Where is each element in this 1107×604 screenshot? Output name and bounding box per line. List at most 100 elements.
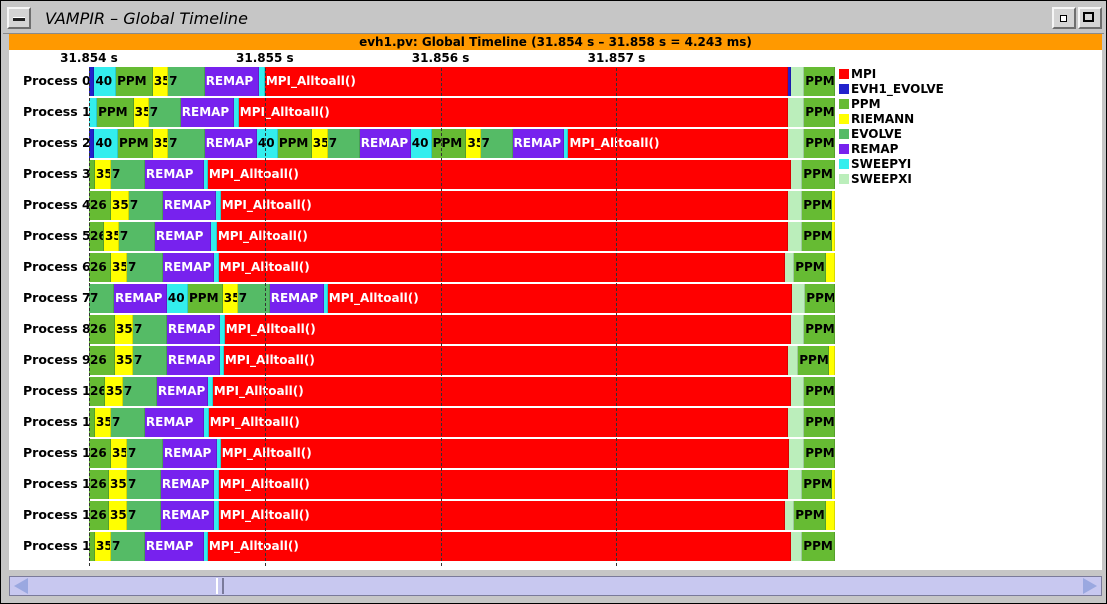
timeline-segment-ppm[interactable]: PPM bbox=[97, 98, 134, 127]
timeline-segment-evolve[interactable]: 7 bbox=[168, 67, 205, 96]
timeline-segment-mpi[interactable]: MPI_Alltoall() bbox=[216, 222, 789, 251]
timeline-segment-riemann[interactable]: 35 bbox=[110, 439, 127, 468]
timeline-segment-ppm[interactable]: PPM bbox=[802, 160, 835, 189]
timeline-segment-mpi[interactable]: MPI_Alltoall() bbox=[207, 160, 792, 189]
timeline-segment-mpi[interactable]: MPI_Alltoall() bbox=[568, 129, 789, 158]
timeline-segment-sweepyi[interactable]: 40 bbox=[94, 129, 118, 158]
timeline-segment-riemann[interactable]: 35 bbox=[103, 222, 119, 251]
timeline-segment-remap[interactable]: REMAP bbox=[204, 67, 260, 96]
timeline-segment-riemann[interactable]: 35 bbox=[115, 315, 133, 344]
timeline-segment-ppm[interactable]: PPM bbox=[116, 67, 153, 96]
timeline-segment-evolve[interactable]: 7 bbox=[480, 129, 513, 158]
timeline-segment-sweepyi[interactable]: 40 bbox=[256, 129, 278, 158]
timeline-segment-sweepxi[interactable] bbox=[785, 501, 795, 530]
timeline-segment-ppm[interactable]: PPM bbox=[798, 346, 830, 375]
process-label[interactable]: Process 11 bbox=[23, 408, 99, 436]
process-label[interactable]: Process 14 bbox=[23, 501, 99, 529]
timeline-segment-evolve[interactable]: 7 bbox=[327, 129, 360, 158]
timeline-segment-ppm[interactable]: 26 bbox=[89, 346, 116, 375]
timeline-segment-riemann[interactable]: 35 bbox=[466, 129, 481, 158]
timeline-segment-evolve[interactable]: 7 bbox=[132, 315, 167, 344]
timeline-segment-ppm[interactable]: PPM bbox=[804, 67, 835, 96]
process-label[interactable]: Process 3 bbox=[23, 160, 91, 188]
timeline-segment-evolve[interactable]: 7 bbox=[118, 222, 155, 251]
timeline-segment-mpi[interactable]: MPI_Alltoall() bbox=[327, 284, 793, 313]
timeline-segment-mpi[interactable]: MPI_Alltoall() bbox=[238, 98, 789, 127]
process-label[interactable]: Process 8 bbox=[23, 315, 91, 343]
timeline-segment-ppm[interactable]: PPM bbox=[802, 191, 833, 220]
horizontal-scrollbar[interactable] bbox=[9, 576, 1102, 596]
timeline-segment-riemann[interactable]: 35 bbox=[222, 284, 238, 313]
timeline-segment-riemann[interactable] bbox=[826, 253, 835, 282]
timeline-segment-remap[interactable]: REMAP bbox=[166, 346, 220, 375]
timeline-segment-riemann[interactable]: 35 bbox=[133, 98, 149, 127]
timeline-segment-riemann[interactable]: 35 bbox=[311, 129, 328, 158]
timeline-segment-ppm[interactable]: PPM bbox=[804, 315, 835, 344]
timeline-segment-mpi[interactable]: MPI_Alltoall() bbox=[223, 346, 789, 375]
timeline-segment-ppm[interactable]: PPM bbox=[802, 222, 833, 251]
timeline-segment-ppm[interactable]: 26 bbox=[89, 191, 111, 220]
timeline-segment-riemann[interactable]: 35 bbox=[109, 501, 127, 530]
timeline-segment-ppm[interactable]: 26 bbox=[89, 377, 105, 406]
timeline-segment-sweepxi[interactable] bbox=[791, 377, 805, 406]
timeline-segment-ppm[interactable]: 26 bbox=[89, 253, 111, 282]
scroll-thumb[interactable] bbox=[216, 578, 224, 594]
timeline-segment-remap[interactable]: REMAP bbox=[162, 191, 216, 220]
timeline-segment-ppm[interactable]: PPM bbox=[804, 439, 835, 468]
timeline-segment-remap[interactable]: REMAP bbox=[144, 408, 204, 437]
timeline-segment-sweepyi[interactable]: 40 bbox=[410, 129, 432, 158]
timeline-segment-sweepxi[interactable] bbox=[788, 98, 805, 127]
minimize-button[interactable] bbox=[1052, 7, 1076, 29]
timeline-segment-riemann[interactable]: 35 bbox=[152, 129, 169, 158]
timeline-segment-remap[interactable]: REMAP bbox=[162, 439, 217, 468]
timeline-segment-sweepyi[interactable] bbox=[89, 98, 98, 127]
timeline-segment-ppm[interactable]: 26 bbox=[89, 470, 110, 499]
timeline-segment-riemann[interactable]: 35 bbox=[115, 346, 133, 375]
process-label[interactable]: Process 4 bbox=[23, 191, 91, 219]
timeline-segment-remap[interactable]: REMAP bbox=[166, 315, 220, 344]
timeline-segment-remap[interactable]: REMAP bbox=[204, 129, 257, 158]
timeline-segment-remap[interactable]: REMAP bbox=[160, 501, 214, 530]
timeline-segment-evolve[interactable]: 7 bbox=[126, 253, 163, 282]
timeline-segment-ppm[interactable]: PPM bbox=[802, 532, 835, 561]
timeline-segment-remap[interactable]: REMAP bbox=[156, 377, 208, 406]
maximize-button[interactable] bbox=[1078, 7, 1102, 29]
timeline-segment-remap[interactable]: REMAP bbox=[144, 532, 204, 561]
timeline-segment-riemann[interactable]: 35 bbox=[94, 408, 111, 437]
title-bar[interactable]: VAMPIR – Global Timeline bbox=[3, 3, 1104, 34]
timeline-segment-remap[interactable]: REMAP bbox=[144, 160, 204, 189]
process-label[interactable]: Process 9 bbox=[23, 346, 91, 374]
timeline-segment-sweepxi[interactable] bbox=[792, 284, 806, 313]
timeline-segment-evolve[interactable]: 7 bbox=[237, 284, 270, 313]
timeline-segment-sweepxi[interactable] bbox=[788, 470, 803, 499]
timeline-segment-riemann[interactable]: 35 bbox=[110, 253, 127, 282]
timeline-segment-mpi[interactable]: MPI_Alltoall() bbox=[220, 191, 789, 220]
timeline-segment-riemann[interactable]: 35 bbox=[152, 67, 169, 96]
process-label[interactable]: Process 15 bbox=[23, 532, 99, 560]
timeline-segment-mpi[interactable]: MPI_Alltoall() bbox=[264, 67, 789, 96]
timeline-segment-evolve[interactable]: 7 bbox=[148, 98, 181, 127]
process-label[interactable]: Process 7 bbox=[23, 284, 91, 312]
timeline-segment-evolve[interactable]: 7 bbox=[110, 160, 145, 189]
timeline-segment-evolve[interactable]: 7 bbox=[110, 408, 145, 437]
timeline-segment-riemann[interactable]: 35 bbox=[94, 532, 111, 561]
process-label[interactable]: Process 10 bbox=[23, 377, 99, 405]
timeline-segment-remap[interactable]: REMAP bbox=[113, 284, 167, 313]
timeline-segment-evolve[interactable]: 7 bbox=[89, 284, 114, 313]
timeline-segment-riemann[interactable] bbox=[832, 470, 835, 499]
timeline-segment-ppm[interactable]: PPM bbox=[187, 284, 223, 313]
timeline-segment-remap[interactable]: REMAP bbox=[512, 129, 564, 158]
timeline-segment-sweepxi[interactable] bbox=[791, 315, 805, 344]
timeline-segment-ppm[interactable]: PPM bbox=[118, 129, 153, 158]
timeline-segment-mpi[interactable]: MPI_Alltoall() bbox=[207, 532, 792, 561]
timeline-segment-sweepyi[interactable]: 40 bbox=[94, 67, 117, 96]
timeline-segment-sweepxi[interactable] bbox=[785, 253, 795, 282]
timeline-segment-ppm[interactable]: PPM bbox=[805, 284, 835, 313]
process-label[interactable]: Process 1 bbox=[23, 98, 91, 126]
timeline-segment-evolve[interactable]: 7 bbox=[126, 439, 163, 468]
timeline-segment-sweepxi[interactable] bbox=[789, 439, 805, 468]
timeline-segment-riemann[interactable] bbox=[826, 501, 835, 530]
timeline-segment-sweepxi[interactable] bbox=[788, 346, 799, 375]
timeline-segment-remap[interactable]: REMAP bbox=[180, 98, 234, 127]
process-label[interactable]: Process 13 bbox=[23, 470, 99, 498]
